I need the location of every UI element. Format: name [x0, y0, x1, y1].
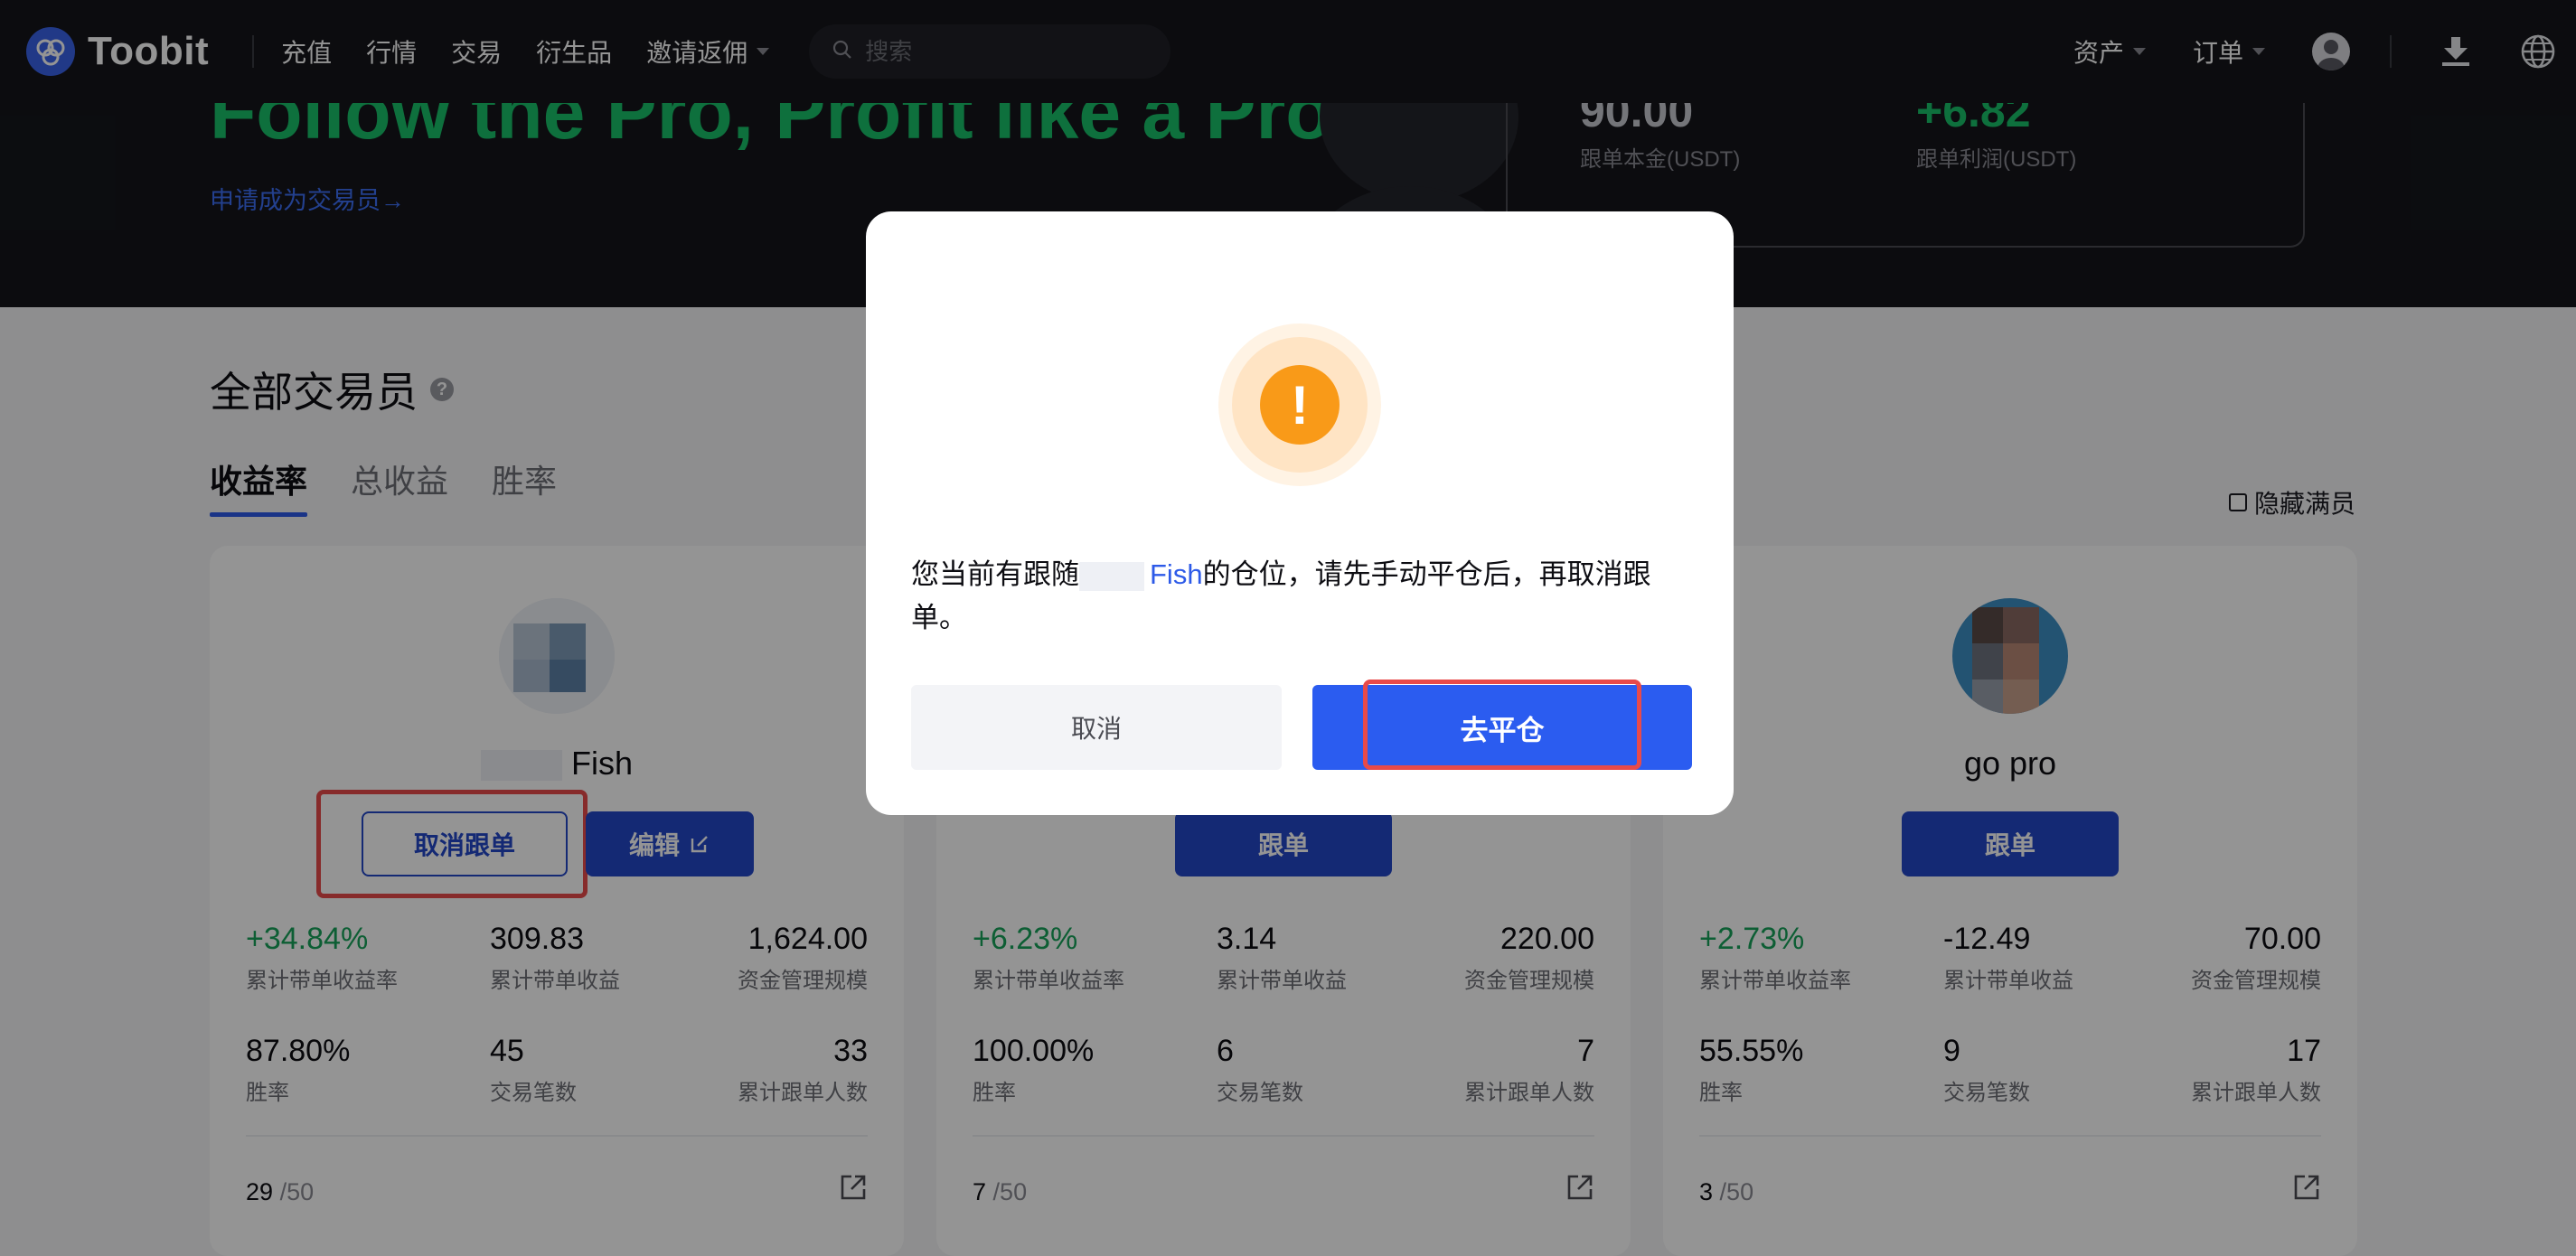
warning-icon-ring: ! [1232, 337, 1368, 473]
exclamation-icon: ! [1260, 365, 1340, 445]
name-mask [1079, 561, 1144, 591]
cancel-button[interactable]: 取消 [911, 685, 1282, 770]
warning-icon: ! [1218, 323, 1381, 486]
highlight-box [1363, 680, 1641, 770]
dialog-message: 您当前有跟随 Fish的仓位，请先手动平仓后，再取消跟单。 [911, 553, 1688, 640]
trader-name-link: Fish [1150, 558, 1203, 590]
close-position-dialog: ! 您当前有跟随 Fish的仓位，请先手动平仓后，再取消跟单。 取消 去平仓 [866, 211, 1734, 815]
message-prefix: 您当前有跟随 [911, 558, 1079, 590]
